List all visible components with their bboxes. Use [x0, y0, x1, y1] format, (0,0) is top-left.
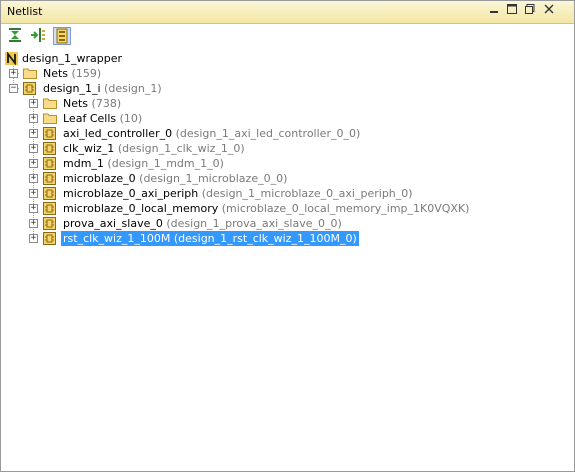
show-hierarchy-icon[interactable] — [53, 27, 71, 45]
selected-row-highlight[interactable]: rst_clk_wiz_1_100M (design_1_rst_clk_wiz… — [61, 231, 359, 246]
expand-all-icon[interactable] — [30, 27, 48, 45]
minimize-icon[interactable] — [487, 4, 501, 18]
child-label: rst_clk_wiz_1_100M — [63, 232, 171, 245]
child-label: prova_axi_slave_0 — [63, 217, 163, 230]
expand-icon[interactable]: + — [29, 129, 38, 138]
panel-title: Netlist — [7, 5, 43, 18]
netlist-toolbar — [1, 24, 574, 48]
cell-icon — [43, 142, 57, 155]
cell-icon — [43, 187, 57, 200]
netlist-n-icon — [5, 51, 19, 66]
child-sub: (design_1_axi_led_controller_0_0) — [175, 127, 361, 140]
cell-icon — [43, 232, 57, 245]
netlist-panel: Netlist design_1_wrapper + Nets (159) − … — [0, 0, 575, 472]
cell-icon — [43, 202, 57, 215]
child-label: microblaze_0_axi_periph — [63, 187, 199, 200]
expand-icon[interactable]: + — [29, 174, 38, 183]
expand-icon[interactable]: + — [29, 99, 38, 108]
nets-count: (159) — [71, 67, 102, 80]
child-label: axi_led_controller_0 — [63, 127, 173, 140]
cell-icon — [43, 172, 57, 185]
expand-icon[interactable]: + — [29, 234, 38, 243]
expand-icon[interactable]: + — [29, 159, 38, 168]
expand-icon[interactable]: + — [29, 204, 38, 213]
folder-icon — [23, 67, 37, 80]
cell-icon — [23, 82, 37, 95]
child-label: Leaf Cells — [63, 112, 117, 125]
expand-icon[interactable]: + — [29, 189, 38, 198]
instance-label: design_1_i — [43, 82, 101, 95]
child-sub: (microblaze_0_local_memory_imp_1K0VQXK) — [221, 202, 470, 215]
cell-icon — [43, 127, 57, 140]
close-icon[interactable] — [542, 4, 556, 18]
nets-label: Nets — [43, 67, 69, 80]
child-sub: (738) — [91, 97, 122, 110]
child-label: microblaze_0 — [63, 172, 136, 185]
panel-titlebar: Netlist — [1, 1, 574, 24]
cell-icon — [43, 157, 57, 170]
expand-icon[interactable]: + — [29, 219, 38, 228]
expand-icon[interactable]: + — [29, 144, 38, 153]
child-sub: (design_1_prova_axi_slave_0_0) — [166, 217, 342, 230]
child-label: clk_wiz_1 — [63, 142, 115, 155]
child-sub: (10) — [119, 112, 143, 125]
maximize-icon[interactable] — [505, 4, 519, 18]
child-sub: (design_1_microblaze_0_0) — [139, 172, 288, 185]
child-label: microblaze_0_local_memory — [63, 202, 219, 215]
cell-icon — [43, 217, 57, 230]
collapse-all-icon[interactable] — [7, 27, 25, 45]
restore-icon[interactable] — [523, 4, 537, 18]
instance-sub: (design_1) — [104, 82, 162, 95]
expand-icon[interactable]: + — [9, 69, 18, 78]
folder-icon — [43, 112, 57, 125]
expand-icon[interactable]: + — [29, 114, 38, 123]
collapse-icon[interactable]: − — [9, 84, 18, 93]
child-label: Nets — [63, 97, 89, 110]
child-sub: (design_1_mdm_1_0) — [107, 157, 224, 170]
child-sub: (design_1_rst_clk_wiz_1_100M_0) — [173, 232, 357, 245]
child-label: mdm_1 — [63, 157, 104, 170]
folder-icon — [43, 97, 57, 110]
root-label: design_1_wrapper — [22, 52, 123, 65]
child-sub: (design_1_clk_wiz_1_0) — [117, 142, 245, 155]
child-sub: (design_1_microblaze_0_axi_periph_0) — [201, 187, 413, 200]
